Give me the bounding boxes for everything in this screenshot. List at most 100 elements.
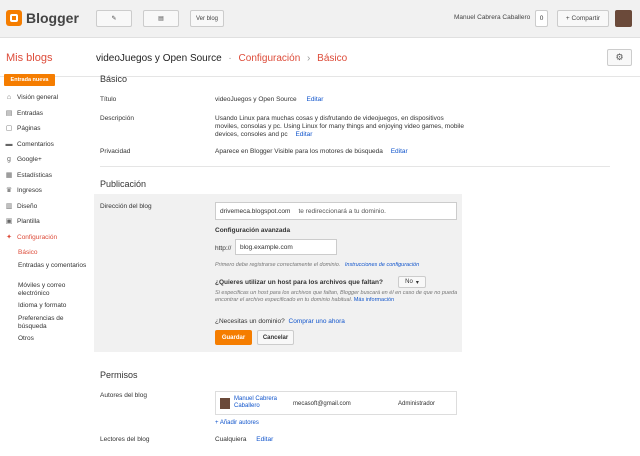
sidebar-item-label: Páginas <box>17 125 41 132</box>
gear-icon: ⚙ <box>615 52 624 62</box>
readers-label: Lectores del blog <box>100 436 150 443</box>
title-text: videoJuegos y Open Source <box>215 96 297 103</box>
breadcrumb-subsection: Básico <box>317 53 348 64</box>
pages-icon: ▢ <box>5 125 13 132</box>
protocol-label: http:// <box>215 245 232 252</box>
top-bar: Blogger ✎ ▤ Ver blog Manuel Cabrera Caba… <box>0 0 640 38</box>
trophy-icon: ♛ <box>5 187 13 194</box>
edit-title-link[interactable]: Editar <box>306 96 323 103</box>
my-blogs-link[interactable]: Mis blogs <box>6 52 52 64</box>
sidebar-item-label: Ingresos <box>17 187 42 194</box>
sidebar-subitem-posts-comments[interactable]: Entradas y comentarios <box>0 262 90 282</box>
comments-icon: ▬ <box>5 140 13 148</box>
sidebar-item-label: Google+ <box>17 156 42 163</box>
view-blog-button[interactable]: Ver blog <box>190 10 224 27</box>
sidebar-subitem-language[interactable]: Idioma y formato <box>0 302 90 315</box>
missing-host-note: Si especificas un host para los archivos… <box>215 290 460 304</box>
avatar[interactable] <box>615 10 632 27</box>
document-icon: ▤ <box>158 16 164 22</box>
sidebar-nav: ⌂ Visión general ▤ Entradas ▢ Páginas ▬ … <box>0 94 90 348</box>
blog-address-value: drivemeca.blogspot.com <box>220 207 291 215</box>
sidebar-item-google-plus[interactable]: g Google+ <box>0 156 90 172</box>
breadcrumb-section[interactable]: Configuración <box>239 53 301 64</box>
sidebar-subitem-search-prefs[interactable]: Preferencias de búsqueda <box>0 315 90 335</box>
template-icon: ▣ <box>5 218 13 225</box>
new-entry-button[interactable]: Entrada nueva <box>4 74 55 86</box>
author-role: Administrador <box>398 401 436 407</box>
share-button[interactable]: + Compartir <box>557 10 609 27</box>
breadcrumb-blog[interactable]: videoJuegos y Open Source <box>96 53 222 64</box>
missing-host-note-text: Si especificas un host para los archivos… <box>215 290 458 303</box>
save-button[interactable]: Guardar <box>215 330 252 345</box>
register-note-text: Primero debe registrarse correctamente e… <box>215 262 341 268</box>
main-content: Básico Título videoJuegos y Open Source … <box>94 74 640 456</box>
posts-icon: ▤ <box>5 109 13 117</box>
sidebar-item-posts[interactable]: ▤ Entradas <box>0 110 90 126</box>
custom-domain-value: blog.example.com <box>240 243 293 251</box>
blog-address-field[interactable]: drivemeca.blogspot.com te redireccionará… <box>215 202 457 220</box>
custom-domain-input[interactable]: blog.example.com <box>235 239 337 255</box>
blogger-logo[interactable]: Blogger <box>6 10 79 26</box>
sidebar-item-overview[interactable]: ⌂ Visión general <box>0 94 90 110</box>
breadcrumb-separator: › <box>307 53 311 64</box>
section-title-publication: Publicación <box>100 179 147 189</box>
notification-count[interactable]: 0 <box>535 10 548 27</box>
sidebar-item-label: Estadísticas <box>17 171 53 179</box>
missing-host-question: ¿Quieres utilizar un host para los archi… <box>215 279 383 286</box>
add-authors-link[interactable]: + Añadir autores <box>215 419 259 427</box>
sidebar-subitem-mobile-email[interactable]: Móviles y correo electrónico <box>0 282 90 302</box>
missing-host-select[interactable]: No ▾ <box>398 276 426 288</box>
edit-privacy-link[interactable]: Editar <box>391 148 408 155</box>
user-name[interactable]: Manuel Cabrera Caballero <box>454 14 530 21</box>
google-plus-icon: g <box>7 156 11 163</box>
sidebar-item-pages[interactable]: ▢ Páginas <box>0 125 90 141</box>
edit-readers-link[interactable]: Editar <box>256 436 273 443</box>
description-label: Descripción <box>100 115 134 122</box>
divider <box>100 166 610 167</box>
sidebar-item-stats[interactable]: ▦ Estadísticas <box>0 172 90 188</box>
sidebar-item-settings[interactable]: ✦ Configuración <box>0 234 90 250</box>
privacy-text: Aparece en Blogger Visible para los moto… <box>215 148 383 155</box>
breadcrumb-dot-icon: · <box>228 53 232 64</box>
author-name-link[interactable]: Manuel Cabrera Caballero <box>234 396 294 410</box>
sidebar-item-label: Plantilla <box>17 218 40 225</box>
missing-host-value: No <box>405 279 413 285</box>
sidebar-item-label: Comentarios <box>17 140 54 148</box>
title-label: Título <box>100 96 117 103</box>
register-note: Primero debe registrarse correctamente e… <box>215 262 419 269</box>
cancel-button[interactable]: Cancelar <box>257 330 294 345</box>
logo-text: Blogger <box>26 10 79 26</box>
privacy-label: Privacidad <box>100 148 131 155</box>
posts-list-button[interactable]: ▤ <box>143 10 179 27</box>
edit-description-link[interactable]: Editar <box>295 131 312 138</box>
chevron-down-icon: ▾ <box>415 279 419 286</box>
sidebar-item-earnings[interactable]: ♛ Ingresos <box>0 187 90 203</box>
blogger-icon <box>6 10 22 26</box>
setup-instructions-link[interactable]: Instrucciones de configuración <box>345 262 419 268</box>
avatar <box>220 398 230 409</box>
blog-address-label: Dirección del blog <box>100 203 152 210</box>
buy-domain-link[interactable]: Comprar uno ahora <box>289 318 345 325</box>
redirect-note: te redireccionará a tu dominio. <box>298 207 386 215</box>
author-email: mecasoft@gmail.com <box>293 401 351 407</box>
sidebar-item-comments[interactable]: ▬ Comentarios <box>0 141 90 157</box>
description-value: Usando Linux para muchas cosas y disfrut… <box>215 115 465 139</box>
sidebar-item-label: Entradas <box>17 109 44 117</box>
new-post-button[interactable]: ✎ <box>96 10 132 27</box>
need-domain-row: ¿Necesitas un dominio? Comprar uno ahora <box>215 318 345 326</box>
need-domain-text: ¿Necesitas un dominio? <box>215 318 285 325</box>
sidebar-subitem-basic[interactable]: Básico <box>0 249 90 262</box>
sidebar-item-layout[interactable]: ▥ Diseño <box>0 203 90 219</box>
advanced-config-title: Configuración avanzada <box>215 227 291 234</box>
layout-icon: ▥ <box>5 202 13 210</box>
sidebar-item-template[interactable]: ▣ Plantilla <box>0 218 90 234</box>
wrench-icon: ✦ <box>6 233 12 241</box>
more-info-link[interactable]: Más información <box>354 297 394 303</box>
settings-button[interactable]: ⚙ <box>607 49 632 66</box>
breadcrumb: videoJuegos y Open Source · Configuració… <box>96 53 347 64</box>
pencil-icon: ✎ <box>111 16 117 22</box>
page-header: Mis blogs videoJuegos y Open Source · Co… <box>0 39 640 77</box>
description-text: Usando Linux para muchas cosas y disfrut… <box>215 115 464 138</box>
readers-value: Cualquiera Editar <box>215 436 273 444</box>
sidebar-subitem-other[interactable]: Otros <box>0 335 90 348</box>
